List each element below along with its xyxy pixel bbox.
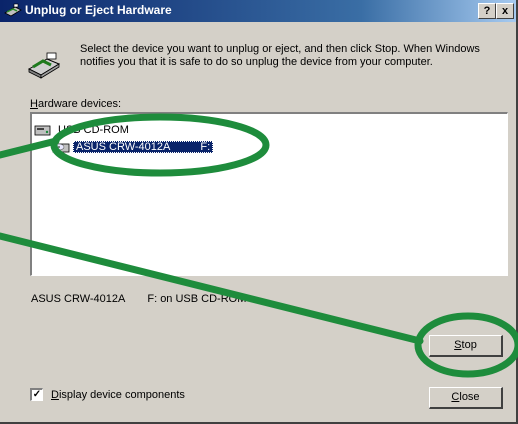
checkbox-label-hotkey: D [51, 389, 59, 401]
hardware-devices-tree[interactable]: USB CD-ROM ASUS CRW-4012A F: [30, 112, 508, 276]
stop-button[interactable]: Stop [429, 335, 503, 357]
help-button[interactable]: ? [478, 3, 496, 19]
window-title: Unplug or Eject Hardware [25, 3, 172, 17]
drive-letter: F: [200, 141, 211, 153]
unplug-hardware-icon [27, 52, 61, 79]
display-components-label[interactable]: Display device components [51, 389, 185, 401]
stop-button-rest: top [461, 339, 477, 351]
close-button[interactable]: Close [429, 387, 503, 409]
instructions-text: Select the device you want to unplug or … [80, 43, 480, 68]
hardware-devices-label: Hardware devices: [30, 98, 121, 110]
hardware-label-rest: ardware devices: [37, 98, 122, 110]
cd-drive-icon [52, 143, 70, 153]
status-device-location: F: on USB CD-ROM [147, 293, 247, 305]
device-status-line: ASUS CRW-4012A F: on USB CD-ROM [31, 293, 246, 305]
tree-item-usb-cd-rom-label: USB CD-ROM [58, 124, 129, 136]
title-bar[interactable]: Unplug or Eject Hardware ? x [0, 0, 516, 22]
eject-hardware-icon [4, 3, 22, 17]
status-device-name: ASUS CRW-4012A [31, 293, 126, 305]
title-close-button[interactable]: x [496, 3, 514, 19]
hardware-label-hotkey: H [30, 98, 38, 110]
unplug-eject-dialog: Unplug or Eject Hardware ? x Select the … [0, 0, 518, 424]
close-button-rest: lose [459, 391, 480, 403]
stop-button-hotkey: S [454, 339, 462, 351]
tree-item-asus-crw[interactable]: ASUS CRW-4012A F: [52, 139, 214, 155]
display-components-checkbox[interactable]: ✓ [30, 388, 43, 401]
tree-item-usb-cd-rom[interactable]: USB CD-ROM [34, 122, 132, 138]
checkbox-label-rest: isplay device components [58, 389, 185, 401]
tree-item-asus-crw-label: ASUS CRW-4012A F: [73, 141, 214, 153]
device-name: ASUS CRW-4012A [76, 141, 171, 153]
usb-device-icon [34, 125, 51, 136]
